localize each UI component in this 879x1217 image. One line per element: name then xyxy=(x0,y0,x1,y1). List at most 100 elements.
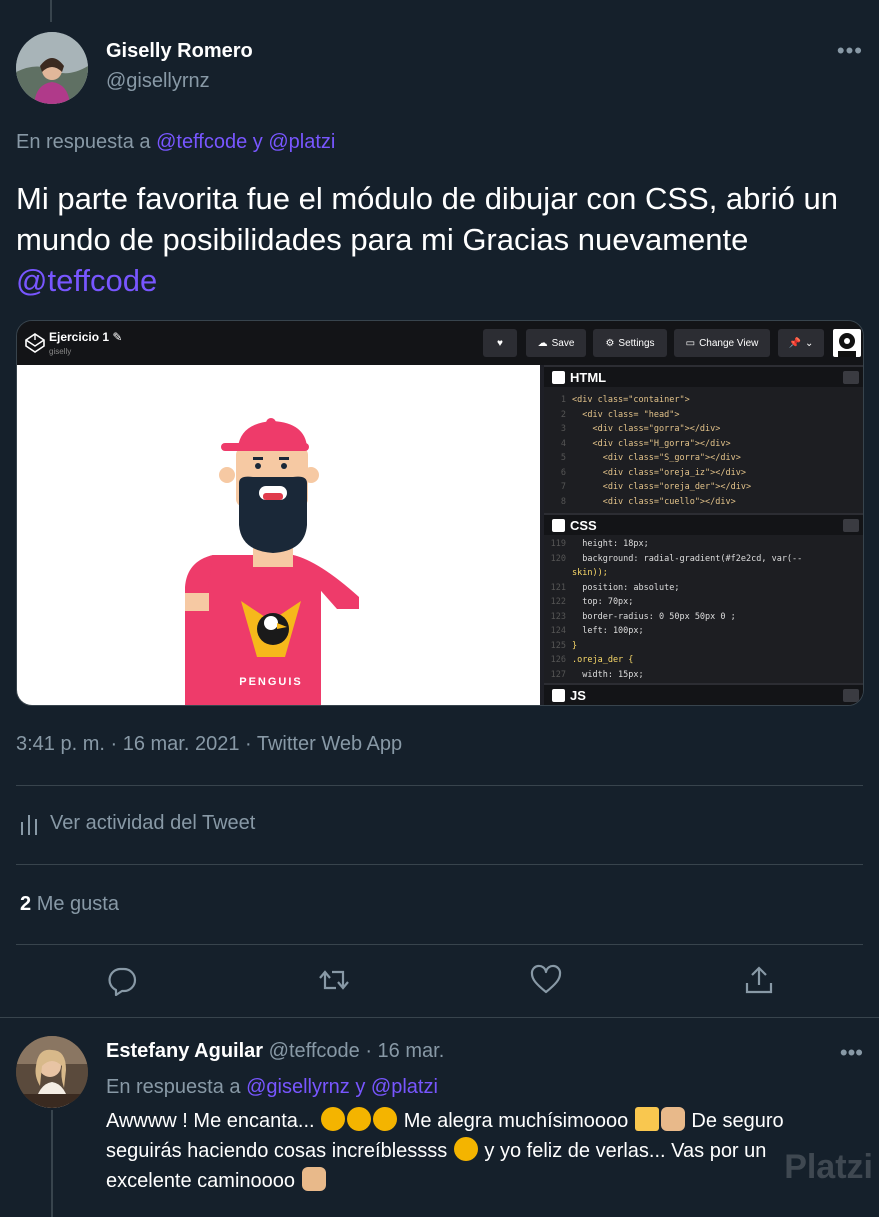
line-number: 6 xyxy=(560,467,566,478)
code-line[interactable]: 2 <div class= "head"> xyxy=(544,408,863,423)
code-text: border-radius: 0 50px 50px 0 ; xyxy=(572,611,736,622)
html-editor[interactable]: 1 <div class="container"> 2 <div class= "h… xyxy=(544,393,863,510)
code-line[interactable]: 123 border-radius: 0 50px 50px 0 ; xyxy=(544,610,863,625)
raised-hands-emoji-icon xyxy=(660,1107,685,1131)
code-text: <div class="H_gorra"></div> xyxy=(572,438,731,449)
platzi-watermark: Platzi xyxy=(784,1148,873,1186)
code-text: <div class="oreja_iz"></div> xyxy=(572,467,746,478)
shirt-text: PENGUIS xyxy=(239,676,303,688)
star-struck-emoji-icon xyxy=(453,1137,478,1161)
code-line[interactable]: 126 .oreja_der { xyxy=(544,653,863,668)
code-line[interactable]: 119 height: 18px; xyxy=(544,537,863,552)
chevron-down-icon[interactable] xyxy=(843,519,859,532)
code-line[interactable]: 127 width: 15px; xyxy=(544,668,863,683)
pin-icon: 📌 xyxy=(788,337,802,349)
author-name[interactable]: Giselly Romero xyxy=(106,40,253,63)
share-icon[interactable] xyxy=(743,964,775,996)
pen-user[interactable]: giselly xyxy=(49,347,71,356)
gear-icon[interactable] xyxy=(552,689,565,702)
divider xyxy=(16,864,863,865)
code-text: width: 15px; xyxy=(572,669,644,680)
code-text: background: radial-gradient(#f2e2cd, var… xyxy=(572,553,803,564)
chevron-down-icon[interactable] xyxy=(843,689,859,702)
js-panel-header[interactable]: JS xyxy=(544,683,863,705)
reply-join: y xyxy=(355,1076,366,1098)
gear-icon: ⚙ xyxy=(605,337,615,349)
line-number: 123 xyxy=(550,611,566,622)
editor-panels: HTML 1 <div class="container"> 2 <div clas… xyxy=(544,365,863,705)
chevron-down-icon[interactable] xyxy=(843,371,859,384)
tweet-timestamp[interactable]: 3:41 p. m. · 16 mar. 2021 · Twitter Web … xyxy=(16,733,402,756)
code-line[interactable]: 8 <div class="cuello"></div> xyxy=(544,495,863,510)
retweet-icon[interactable] xyxy=(318,964,350,996)
user-avatar[interactable] xyxy=(833,329,861,357)
thread-line xyxy=(50,0,52,22)
code-line[interactable]: 3 <div class="gorra"></div> xyxy=(544,422,863,437)
code-line[interactable]: 124 left: 100px; xyxy=(544,624,863,639)
likes-count: 2 xyxy=(20,893,32,915)
mention-link[interactable]: @platzi xyxy=(268,131,335,153)
code-line[interactable]: 120 background: radial-gradient(#f2e2cd,… xyxy=(544,552,863,567)
heart-eyes-emoji-icon xyxy=(321,1107,346,1131)
likes-count-link[interactable]: 2 Me gusta xyxy=(20,893,119,916)
html-panel-header[interactable]: HTML xyxy=(544,365,863,387)
css-editor[interactable]: 119 height: 18px; 120 background: radial-… xyxy=(544,537,863,683)
css-panel-header[interactable]: CSS xyxy=(544,513,863,535)
code-line[interactable]: 4 <div class="H_gorra"></div> xyxy=(544,437,863,452)
reply-context: En respuesta a @teffcode y @platzi xyxy=(16,131,335,154)
code-line[interactable]: 122 top: 70px; xyxy=(544,595,863,610)
reply-tweet[interactable]: Estefany Aguilar @teffcode · 16 mar. •••… xyxy=(0,1018,879,1217)
settings-button[interactable]: ⚙ Settings xyxy=(593,329,667,357)
heart-icon: ♥ xyxy=(497,337,503,349)
change-view-button[interactable]: ▭ Change View xyxy=(674,329,770,357)
heart-icon[interactable] xyxy=(530,964,562,996)
panel-label: HTML xyxy=(570,370,607,385)
mention-link[interactable]: @teffcode xyxy=(16,263,157,298)
tweet-activity-link[interactable]: Ver actividad del Tweet xyxy=(20,812,255,835)
divider xyxy=(16,944,863,945)
layout-icon: ▭ xyxy=(685,337,696,349)
tweet-media[interactable]: Ejercicio 1 ✎ giselly ♥ ☁ Save ⚙ Settings … xyxy=(16,320,864,706)
code-line[interactable]: 121 position: absolute; xyxy=(544,581,863,596)
mention-link[interactable]: @platzi xyxy=(371,1076,438,1098)
code-text: .oreja_der { xyxy=(572,655,634,665)
more-horizontal-icon[interactable]: ••• xyxy=(837,38,863,64)
reply-date[interactable]: · 16 mar. xyxy=(365,1040,444,1062)
analytics-icon xyxy=(21,814,37,835)
author-name[interactable]: Estefany Aguilar xyxy=(106,1040,263,1062)
mention-link[interactable]: @teffcode xyxy=(156,131,247,153)
tweet-actions xyxy=(0,960,879,1004)
pen-title[interactable]: Ejercicio 1 ✎ xyxy=(49,330,122,344)
code-line[interactable]: 7 <div class="oreja_der"></div> xyxy=(544,480,863,495)
reply-prefix: En respuesta a xyxy=(106,1076,241,1098)
gear-icon[interactable] xyxy=(552,371,565,384)
tweet-header: Giselly Romero @gisellyrnz ••• xyxy=(16,32,863,104)
codepen-toolbar: Ejercicio 1 ✎ giselly ♥ ☁ Save ⚙ Settings … xyxy=(17,321,863,365)
code-line[interactable]: 1 <div class="container"> xyxy=(544,393,863,408)
code-line[interactable]: 125} xyxy=(544,639,863,654)
code-text: <div class="cuello"></div> xyxy=(572,496,736,507)
reply-icon[interactable] xyxy=(106,964,138,996)
line-number: 122 xyxy=(550,597,566,607)
author-handle[interactable]: @teffcode xyxy=(269,1040,360,1062)
avatar[interactable] xyxy=(16,1036,88,1108)
code-line[interactable]: skin)); xyxy=(544,566,863,581)
activity-label: Ver actividad del Tweet xyxy=(50,812,256,834)
gear-icon[interactable] xyxy=(552,519,565,532)
tweet-text-body: Mi parte favorita fue el módulo de dibuj… xyxy=(16,181,838,257)
avatar[interactable] xyxy=(16,32,88,104)
mention-link[interactable]: @gisellyrnz xyxy=(246,1076,350,1098)
author-handle[interactable]: @gisellyrnz xyxy=(106,70,210,93)
pin-button[interactable]: 📌 ⌄ xyxy=(778,329,824,357)
reply-text-part: Me alegra muchísimoooo xyxy=(398,1110,634,1132)
code-line[interactable]: 5 <div class="S_gorra"></div> xyxy=(544,451,863,466)
preview-pane[interactable]: PENGUIS xyxy=(17,365,540,705)
code-text: <div class="gorra"></div> xyxy=(572,424,721,434)
more-horizontal-icon[interactable]: ••• xyxy=(840,1040,863,1066)
tweet-text: Mi parte favorita fue el módulo de dibuj… xyxy=(16,178,846,301)
save-button[interactable]: ☁ Save xyxy=(526,329,586,357)
heart-eyes-emoji-icon xyxy=(373,1107,398,1131)
code-line[interactable]: 6 <div class="oreja_iz"></div> xyxy=(544,466,863,481)
line-number: 119 xyxy=(550,539,566,549)
heart-button[interactable]: ♥ xyxy=(483,329,517,357)
